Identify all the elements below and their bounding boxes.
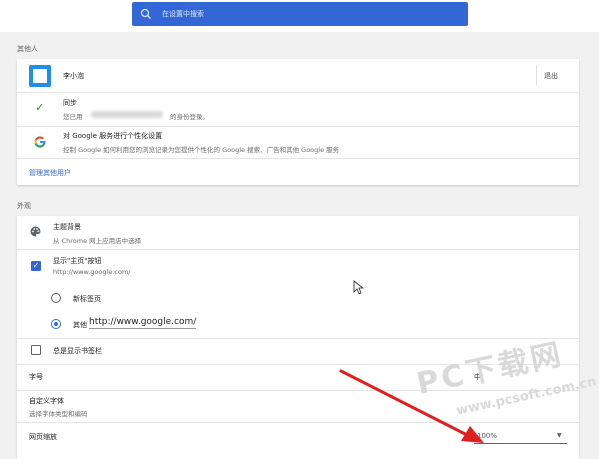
theme-row[interactable]: 主题背景 从 Chrome 网上应用店中选择 xyxy=(17,216,579,248)
home-url-input[interactable]: http://www.google.com/ xyxy=(89,317,197,329)
page-zoom-label: 网页缩放 xyxy=(29,433,57,441)
search-placeholder: 在设置中搜索 xyxy=(162,10,204,18)
google-g-icon xyxy=(34,136,46,148)
sync-prefix: 您已用 xyxy=(63,113,83,121)
personalize-title: 对 Google 服务进行个性化设置 xyxy=(63,132,163,140)
user-row: 李小泡 退出 xyxy=(17,59,579,91)
home-button-checkbox[interactable]: ✓ xyxy=(31,261,41,271)
bookmarks-bar-checkbox[interactable] xyxy=(31,345,41,355)
home-button-row: ✓ 显示"主页"按钮 http://www.google.com/ xyxy=(17,250,579,282)
new-tab-label: 新标签页 xyxy=(73,295,101,303)
divider xyxy=(17,158,579,159)
page-zoom-row: 网页缩放 100% ▼ xyxy=(17,423,579,451)
sync-suffix: 的身份登录。 xyxy=(170,113,209,121)
people-section-title: 其他人 xyxy=(17,45,38,53)
sync-row[interactable]: ✓ 同步 您已用 的身份登录。 xyxy=(17,93,579,125)
theme-title: 主题背景 xyxy=(53,223,81,231)
home-button-url: http://www.google.com/ xyxy=(53,268,131,276)
appearance-card: 主题背景 从 Chrome 网上应用店中选择 ✓ 显示"主页"按钮 http:/… xyxy=(17,216,579,459)
custom-fonts-title: 自定义字体 xyxy=(29,397,64,405)
signout-button[interactable]: 退出 xyxy=(544,71,558,81)
other-url-label: 其他 xyxy=(73,321,87,329)
sync-check-icon: ✓ xyxy=(35,101,45,114)
page-zoom-select[interactable]: 100% xyxy=(477,432,497,440)
user-name: 李小泡 xyxy=(63,72,84,80)
other-url-radio[interactable] xyxy=(51,319,61,329)
new-tab-option-row[interactable]: 新标签页 xyxy=(17,286,579,310)
top-bar: 在设置中搜索 xyxy=(0,0,599,32)
font-size-label: 字号 xyxy=(29,373,43,381)
appearance-section-title: 外观 xyxy=(17,202,31,210)
blurred-account-email xyxy=(91,111,163,118)
search-icon xyxy=(140,8,151,19)
page-zoom-select-underline xyxy=(474,443,567,444)
personalize-row[interactable]: 对 Google 服务进行个性化设置 控制 Google 如何利用您的浏览记录为… xyxy=(17,127,579,157)
windows-logo-icon xyxy=(29,65,51,87)
signout-separator xyxy=(536,65,537,85)
new-tab-radio[interactable] xyxy=(51,293,61,303)
sync-title: 同步 xyxy=(63,99,77,107)
other-url-option-row[interactable]: 其他 http://www.google.com/ xyxy=(17,312,579,336)
custom-fonts-description: 选择字体类型和编码 xyxy=(29,410,88,418)
manage-other-users-link[interactable]: 管理其他用户 xyxy=(29,168,71,178)
palette-icon xyxy=(30,226,41,237)
people-card: 李小泡 退出 ✓ 同步 您已用 的身份登录。 对 Google 服务进行个性化设… xyxy=(17,59,579,185)
home-button-title: 显示"主页"按钮 xyxy=(53,257,102,265)
theme-description: 从 Chrome 网上应用店中选择 xyxy=(53,237,142,245)
settings-search-bar[interactable]: 在设置中搜索 xyxy=(132,2,468,26)
personalize-description: 控制 Google 如何利用您的浏览记录为您提供个性化的 Google 搜索、广… xyxy=(63,146,340,154)
bookmarks-bar-label: 总是显示书签栏 xyxy=(53,347,102,355)
chevron-down-icon[interactable]: ▼ xyxy=(557,432,562,439)
